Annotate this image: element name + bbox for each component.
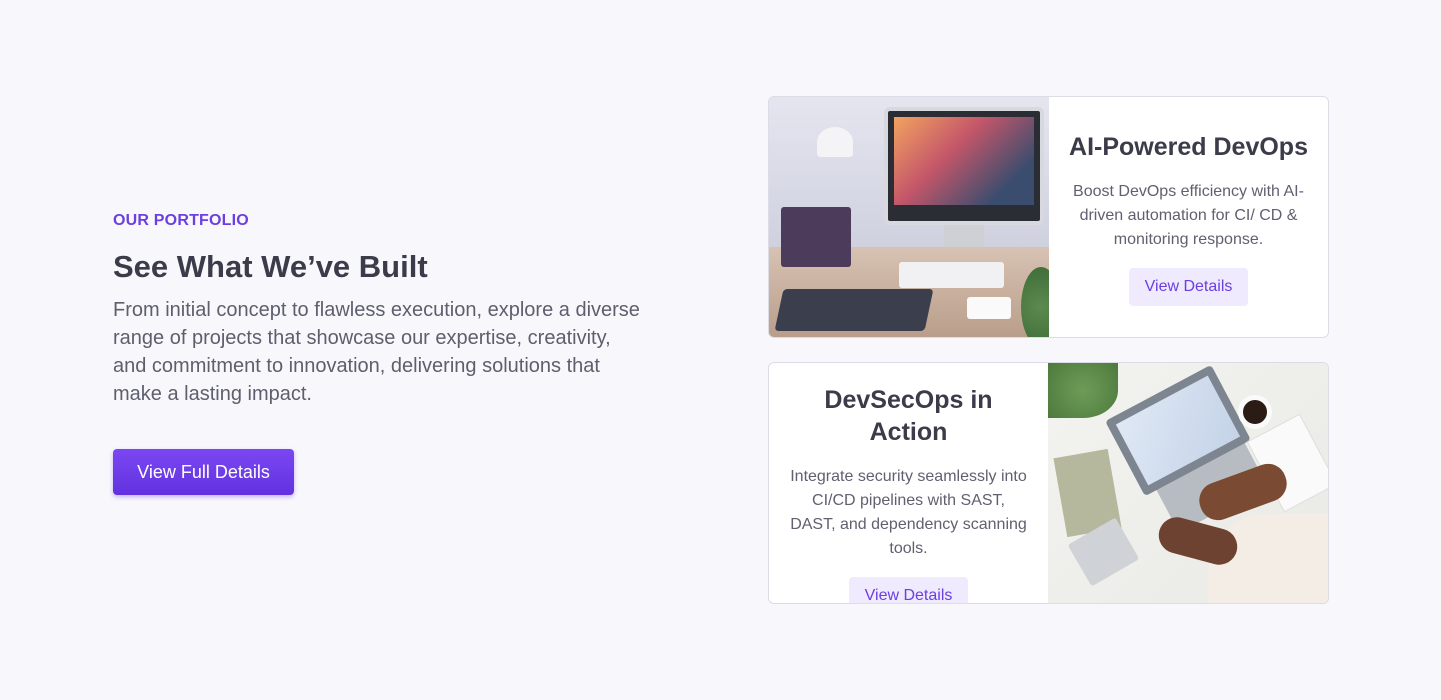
view-details-button[interactable]: View Details [1128, 268, 1249, 306]
section-eyebrow: OUR PORTFOLIO [113, 212, 249, 229]
card-description: Boost DevOps efficiency with AI-driven a… [1073, 183, 1304, 248]
portfolio-intro: OUR PORTFOLIO See What We’ve Built From … [113, 210, 643, 495]
card-title: AI-Powered DevOps [1069, 133, 1308, 161]
portfolio-card-ai-devops: AI-Powered DevOps Boost DevOps efficienc… [768, 96, 1329, 338]
section-headline: See What We’ve Built [113, 249, 428, 284]
card-body: DevSecOps in Action Integrate security s… [769, 363, 1048, 603]
section-description: From initial concept to flawless executi… [113, 299, 640, 405]
view-details-button[interactable]: View Details [848, 577, 969, 603]
card-body: AI-Powered DevOps Boost DevOps efficienc… [1049, 97, 1328, 337]
portfolio-card-devsecops: DevSecOps in Action Integrate security s… [768, 362, 1329, 604]
card-description: Integrate security seamlessly into CI/CD… [790, 468, 1027, 557]
view-full-details-button[interactable]: View Full Details [113, 449, 294, 495]
desk-computer-photo [769, 97, 1049, 337]
card-title: DevSecOps in Action [824, 386, 993, 446]
laptop-workspace-photo [1048, 363, 1328, 603]
